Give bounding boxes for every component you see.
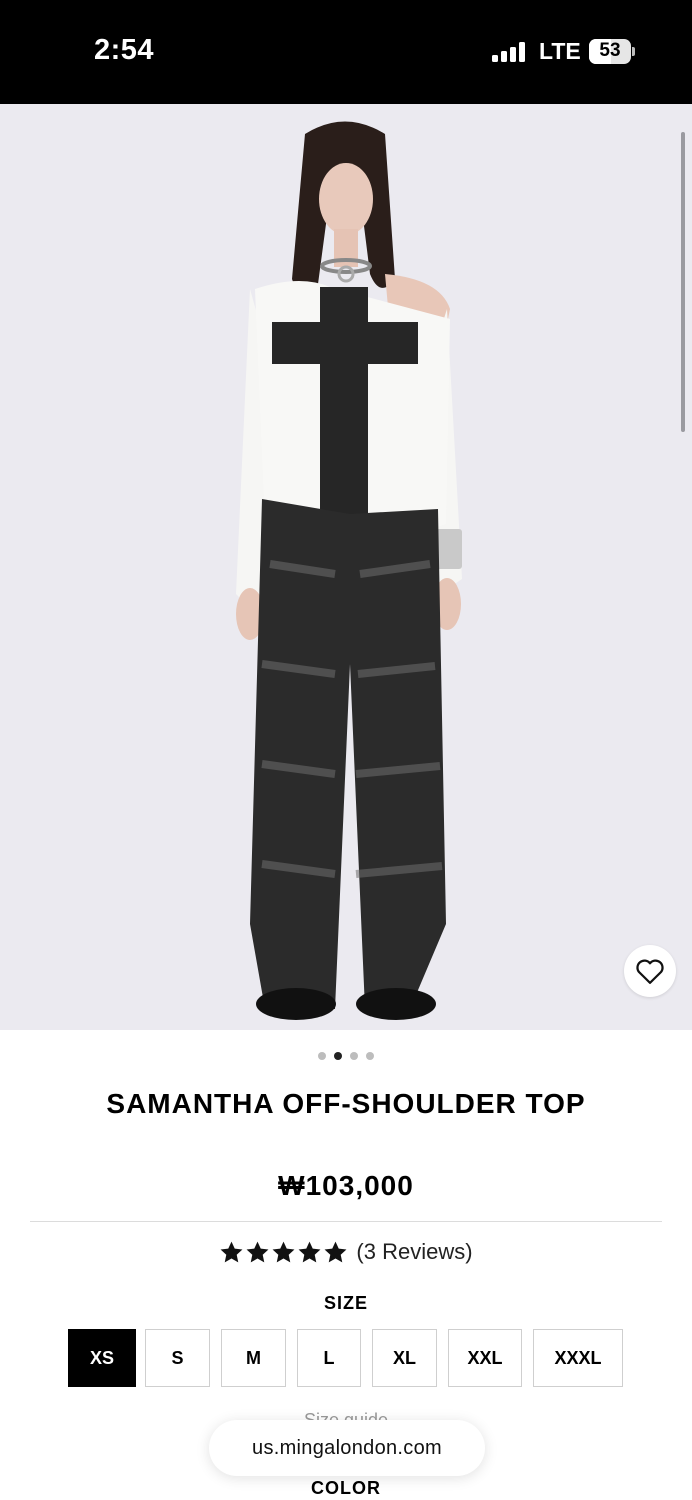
star-icon <box>220 1241 243 1262</box>
size-option-xxxl[interactable]: XXXL <box>533 1329 623 1387</box>
carousel-dot[interactable] <box>366 1052 374 1060</box>
reviews[interactable]: (3 Reviews) <box>0 1239 692 1265</box>
star-icon <box>324 1241 347 1262</box>
network-type: LTE <box>539 38 581 64</box>
star-rating <box>219 1240 348 1265</box>
size-option-l[interactable]: L <box>297 1329 361 1387</box>
star-icon <box>298 1241 321 1262</box>
color-label: COLOR <box>311 1478 381 1498</box>
signal-icon <box>492 42 526 62</box>
size-label: SIZE <box>323 1293 368 1313</box>
battery-icon: 53 <box>589 39 635 64</box>
product-photo <box>236 121 462 1020</box>
scrollbar[interactable] <box>681 132 685 432</box>
wishlist-button[interactable] <box>624 945 676 997</box>
url-bar[interactable]: us.mingalondon.com <box>209 1420 485 1476</box>
product-title: SAMANTHA OFF-SHOULDER TOP <box>106 1088 586 1119</box>
carousel-dot[interactable] <box>350 1052 358 1060</box>
product-image[interactable] <box>0 104 692 1030</box>
status-bar: 2:54 LTE 53 <box>0 0 692 104</box>
carousel-dots[interactable] <box>318 1052 374 1062</box>
status-time: 2:54 <box>94 34 155 66</box>
divider <box>30 1221 662 1222</box>
size-option-xl[interactable]: XL <box>372 1329 437 1387</box>
review-count[interactable]: (3 Reviews) <box>356 1239 472 1265</box>
star-icon <box>272 1241 295 1262</box>
size-option-xs[interactable]: XS <box>68 1329 136 1387</box>
size-option-s[interactable]: S <box>145 1329 210 1387</box>
carousel-dot[interactable] <box>334 1052 342 1060</box>
battery-level: 53 <box>599 40 621 61</box>
heart-icon <box>636 959 664 984</box>
star-icon <box>246 1241 269 1262</box>
size-option-m[interactable]: M <box>221 1329 286 1387</box>
size-option-xxl[interactable]: XXL <box>448 1329 522 1387</box>
carousel-dot[interactable] <box>318 1052 326 1060</box>
product-price: ₩103,000 <box>278 1170 414 1201</box>
